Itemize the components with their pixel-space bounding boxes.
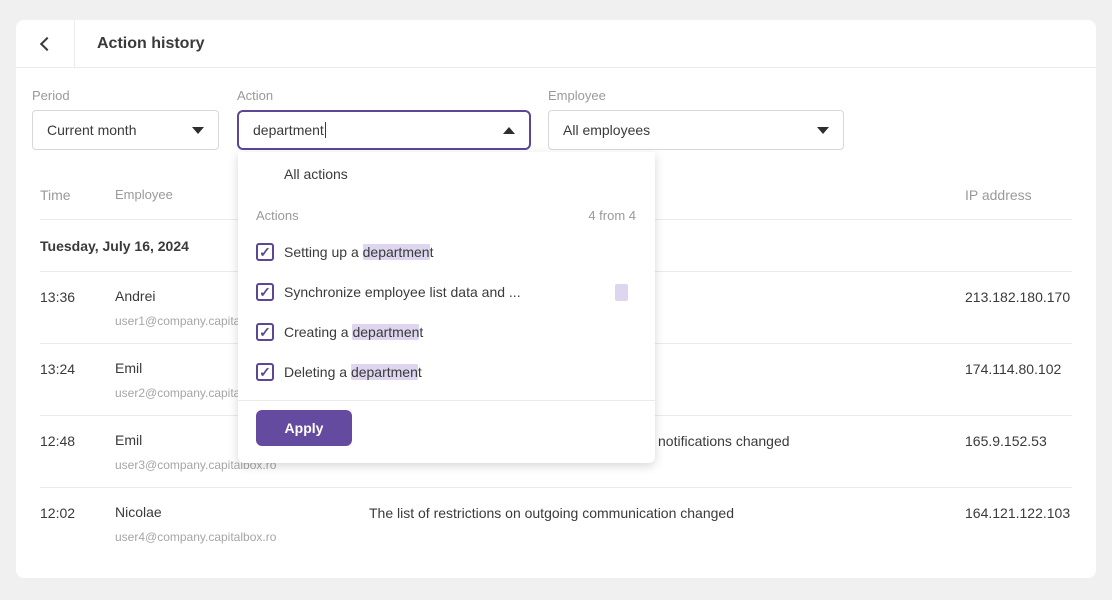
dropdown-option-setting-up-department[interactable]: ✓ Setting up a department (256, 232, 637, 272)
dropdown-item-all-actions[interactable]: All actions (238, 156, 655, 192)
search-match-highlight: departmen (352, 324, 420, 340)
checkmark-icon: ✓ (259, 324, 271, 340)
chevron-left-icon (39, 36, 55, 52)
chevron-down-icon (192, 126, 204, 134)
chevron-down-icon (817, 126, 829, 134)
employee-select-value: All employees (563, 122, 651, 138)
dropdown-section-header: Actions 4 from 4 (256, 208, 636, 223)
checkbox-checked[interactable]: ✓ (256, 283, 274, 301)
back-button[interactable] (16, 20, 75, 68)
dropdown-option-synchronize-employee-list[interactable]: ✓ Synchronize employee list data and ... (256, 272, 637, 312)
checkbox-checked[interactable]: ✓ (256, 243, 274, 261)
search-match-highlight: departmen (362, 244, 430, 260)
row-employee-email: user4@company.capitalbox.ro (115, 530, 277, 544)
dropdown-option-deleting-department[interactable]: ✓ Deleting a department (256, 352, 637, 392)
period-label: Period (32, 88, 70, 103)
option-label: Deleting a department (284, 364, 422, 380)
col-header-ip: IP address (965, 186, 1032, 203)
row-employee-name: Nicolae (115, 504, 162, 520)
option-label: Setting up a department (284, 244, 434, 260)
row-time: 12:02 (40, 505, 76, 521)
row-time: 12:48 (40, 433, 76, 449)
action-filter-input[interactable]: department (237, 110, 531, 150)
row-ip: 164.121.122.103 (965, 505, 1071, 521)
period-select-value: Current month (47, 122, 137, 138)
row-ip: 165.9.152.53 (965, 433, 1047, 449)
row-time: 13:24 (40, 361, 76, 377)
employee-select[interactable]: All employees (548, 110, 844, 150)
action-history-panel: Action history Period Action Employee Cu… (16, 20, 1096, 578)
employee-label: Employee (548, 88, 606, 103)
page-title: Action history (97, 35, 205, 52)
col-header-time: Time (40, 186, 71, 203)
checkmark-icon: ✓ (259, 284, 271, 300)
checkbox-checked[interactable]: ✓ (256, 363, 274, 381)
row-action-text: The list of restrictions on outgoing com… (369, 505, 734, 521)
action-input-text: department (253, 122, 326, 138)
table-row: 12:02 Nicolae user4@company.capitalbox.r… (40, 488, 1072, 560)
text-caret (324, 122, 326, 138)
dropdown-divider (238, 400, 655, 401)
checkmark-icon: ✓ (259, 364, 271, 380)
row-ip: 174.114.80.102 (965, 361, 1062, 377)
dropdown-option-creating-department[interactable]: ✓ Creating a department (256, 312, 637, 352)
search-match-highlight: departmen (350, 364, 418, 380)
chevron-up-icon (503, 126, 515, 134)
row-ip: 213.182.180.170 (965, 289, 1071, 305)
truncated-match-highlight (615, 284, 628, 301)
option-label: Synchronize employee list data and ... (284, 284, 521, 300)
option-label: Creating a department (284, 324, 424, 340)
action-filter-dropdown: All actions Actions 4 from 4 ✓ Setting u… (238, 152, 655, 463)
action-label: Action (237, 88, 274, 103)
apply-button[interactable]: Apply (256, 410, 352, 446)
dropdown-result-count: 4 from 4 (588, 208, 636, 223)
row-time: 13:36 (40, 289, 76, 305)
checkmark-icon: ✓ (259, 244, 271, 260)
checkbox-checked[interactable]: ✓ (256, 323, 274, 341)
period-select[interactable]: Current month (32, 110, 219, 150)
top-bar: Action history (16, 20, 1096, 68)
dropdown-section-title: Actions (256, 208, 299, 223)
